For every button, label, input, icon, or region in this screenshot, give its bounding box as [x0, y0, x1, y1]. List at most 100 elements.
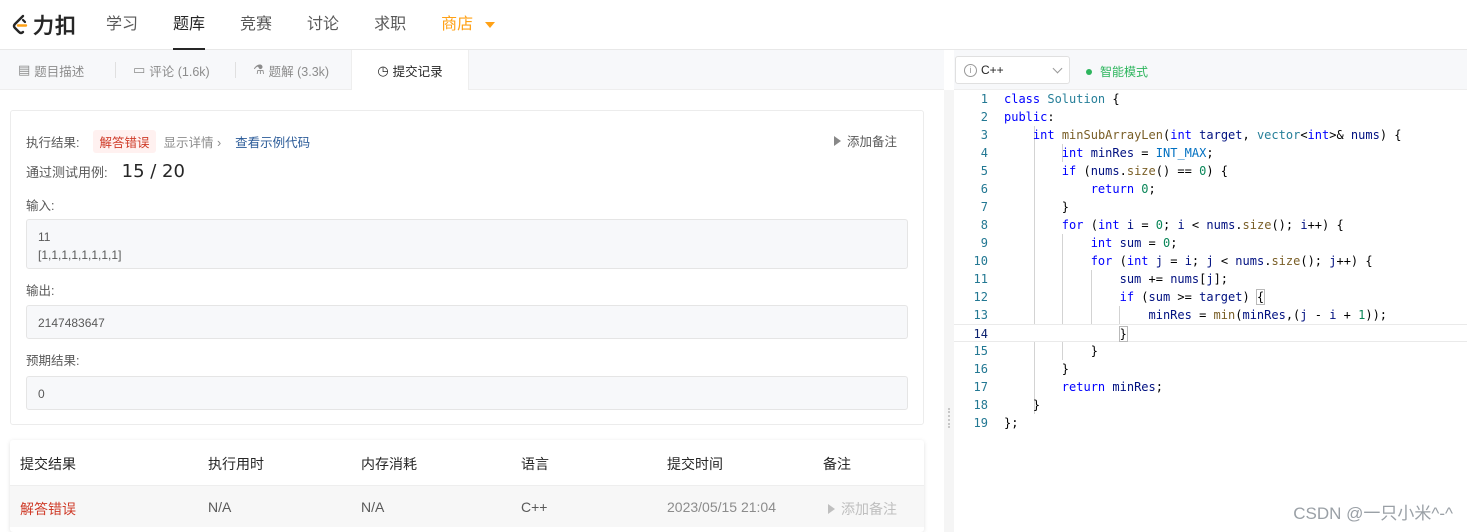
table-header: 提交结果	[20, 456, 76, 472]
tab-comments-label: 评论 (1.6k)	[149, 64, 210, 79]
tab-divider	[115, 62, 116, 78]
code-text: minRes = min(minRes,(j - i + 1));	[1148, 308, 1388, 322]
output-box: 2147483647	[26, 305, 908, 339]
drag-handle-icon	[948, 408, 950, 428]
tab-comments[interactable]: ▭ 评论 (1.6k)	[133, 50, 210, 90]
nav-jobs[interactable]: 求职	[374, 0, 406, 50]
code-line: 18 }	[954, 396, 1467, 414]
passed-count: 15 / 20	[121, 161, 185, 182]
code-text: if (nums.size() == 0) {	[1061, 164, 1229, 178]
code-text: return 0;	[1090, 182, 1156, 196]
code-line: 13 minRes = min(minRes,(j - i + 1));	[954, 306, 1467, 324]
nav-store-label: 商店	[441, 15, 474, 33]
tab-description[interactable]: ▤ 题目描述	[18, 50, 84, 90]
top-nav: 力扣 学习 题库 竞赛 讨论 求职 商店	[0, 0, 1467, 50]
code-line: 2 public:	[954, 108, 1467, 126]
passed-label: 通过测试用例:	[26, 165, 108, 180]
info-icon: i	[964, 63, 977, 77]
line-number: 7	[980, 200, 988, 214]
code-line: 11 sum += nums[j];	[954, 270, 1467, 288]
row-add-note-button[interactable]: 添加备注	[828, 499, 897, 519]
line-number: 9	[980, 236, 988, 250]
leetcode-logo[interactable]: 力扣	[10, 10, 96, 40]
tab-description-label: 题目描述	[34, 64, 85, 79]
tab-divider	[235, 62, 236, 78]
result-status-row: 执行结果: 解答错误 显示详情 › 查看示例代码	[26, 130, 310, 153]
language-value: C++	[981, 63, 1004, 77]
input-value-line: 11	[38, 230, 51, 244]
code-text: int minRes = INT_MAX;	[1061, 146, 1214, 160]
caret-down-icon	[485, 21, 496, 28]
line-number: 15	[973, 344, 988, 358]
table-header: 内存消耗	[361, 456, 417, 472]
table-header: 备注	[823, 456, 851, 472]
table-header: 语言	[521, 456, 549, 472]
tab-submissions[interactable]: ◷ 提交记录	[351, 50, 469, 91]
row-memory: N/A	[361, 499, 385, 515]
add-note-label: 添加备注	[846, 135, 897, 149]
comment-icon: ▭	[133, 62, 146, 77]
show-details-link[interactable]: 显示详情 ›	[164, 132, 222, 151]
code-text: for (int j = i; j < nums.size(); j++) {	[1090, 254, 1373, 268]
code-line: 1 class Solution {	[954, 90, 1467, 108]
result-card: 执行结果: 解答错误 显示详情 › 查看示例代码 添加备注 通过测试用例: 15…	[10, 110, 924, 425]
input-value-line: [1,1,1,1,1,1,1,1]	[38, 248, 122, 262]
code-text: }	[1004, 344, 1098, 358]
submissions-table: 提交结果 执行用时 内存消耗 语言 提交时间 备注 解答错误 N/A N/A C…	[10, 440, 924, 532]
code-line: 4 int minRes = INT_MAX;	[954, 144, 1467, 162]
chevron-down-icon	[1052, 63, 1063, 73]
tab-solutions[interactable]: ⚗ 题解 (3.3k)	[253, 50, 329, 90]
code-editor[interactable]: 1 class Solution { 2 public: 3 int minSubA…	[954, 90, 1467, 532]
code-line: 16 }	[954, 360, 1467, 378]
code-line: 19};	[954, 414, 1467, 432]
code-line: 17 return minRes;	[954, 378, 1467, 396]
nav-contest[interactable]: 竞赛	[240, 0, 272, 50]
input-box: 11 [1,1,1,1,1,1,1,1]	[26, 219, 908, 269]
code-text: public:	[1004, 110, 1055, 124]
line-number: 5	[980, 164, 988, 178]
code-line: 12 if (sum >= target) {	[954, 288, 1467, 306]
view-example-link[interactable]: 查看示例代码	[235, 132, 310, 151]
code-line: 10 for (int j = i; j < nums.size(); j++)…	[954, 252, 1467, 270]
logo-text: 力扣	[33, 14, 77, 38]
submission-panel: 执行结果: 解答错误 显示详情 › 查看示例代码 添加备注 通过测试用例: 15…	[0, 90, 944, 532]
status-dot-icon	[1086, 68, 1092, 75]
tab-solutions-label: 题解 (3.3k)	[268, 64, 330, 79]
code-line: 8 for (int i = 0; i < nums.size(); i++) …	[954, 216, 1467, 234]
output-value: 2147483647	[38, 316, 105, 330]
code-text: for (int i = 0; i < nums.size(); i++) {	[1061, 218, 1344, 232]
code-line: 9 int sum = 0;	[954, 234, 1467, 252]
leetcode-logo-icon	[12, 14, 28, 34]
problem-tabs: ▤ 题目描述 ▭ 评论 (1.6k) ⚗ 题解 (3.3k) ◷ 提交记录	[0, 50, 944, 91]
code-text: }	[1004, 200, 1070, 214]
nav-learn[interactable]: 学习	[106, 0, 138, 50]
line-number: 4	[980, 146, 988, 160]
status-badge: 解答错误	[93, 130, 156, 153]
tab-submissions-label: 提交记录	[392, 65, 443, 79]
code-line: 6 return 0;	[954, 180, 1467, 198]
line-number: 13	[973, 308, 988, 322]
line-number: 11	[973, 272, 988, 286]
line-number: 19	[973, 416, 988, 430]
row-note-label: 添加备注	[841, 501, 897, 517]
line-number: 3	[980, 128, 988, 142]
table-row[interactable]: 解答错误 N/A N/A C++ 2023/05/15 21:04 添加备注	[10, 485, 924, 527]
description-icon: ▤	[18, 62, 31, 77]
expected-box: 0	[26, 376, 908, 410]
watermark: CSDN @一只小米^-^	[1293, 504, 1453, 523]
smart-mode-toggle[interactable]: 智能模式	[1086, 63, 1148, 80]
panel-splitter[interactable]	[944, 90, 954, 532]
line-number: 1	[980, 92, 988, 106]
nav-discuss[interactable]: 讨论	[307, 0, 339, 50]
nav-problemset[interactable]: 题库	[173, 0, 206, 50]
expected-value: 0	[38, 387, 45, 401]
nav-store[interactable]: 商店	[441, 0, 496, 50]
line-number: 6	[980, 182, 988, 196]
language-select[interactable]: i C++	[955, 56, 1070, 84]
clock-icon: ◷	[377, 62, 389, 78]
row-result[interactable]: 解答错误	[20, 499, 76, 519]
add-note-button[interactable]: 添加备注	[833, 131, 897, 150]
line-number: 14	[973, 327, 988, 341]
row-runtime: N/A	[208, 499, 232, 515]
code-line-current: 14 }	[954, 324, 1467, 342]
